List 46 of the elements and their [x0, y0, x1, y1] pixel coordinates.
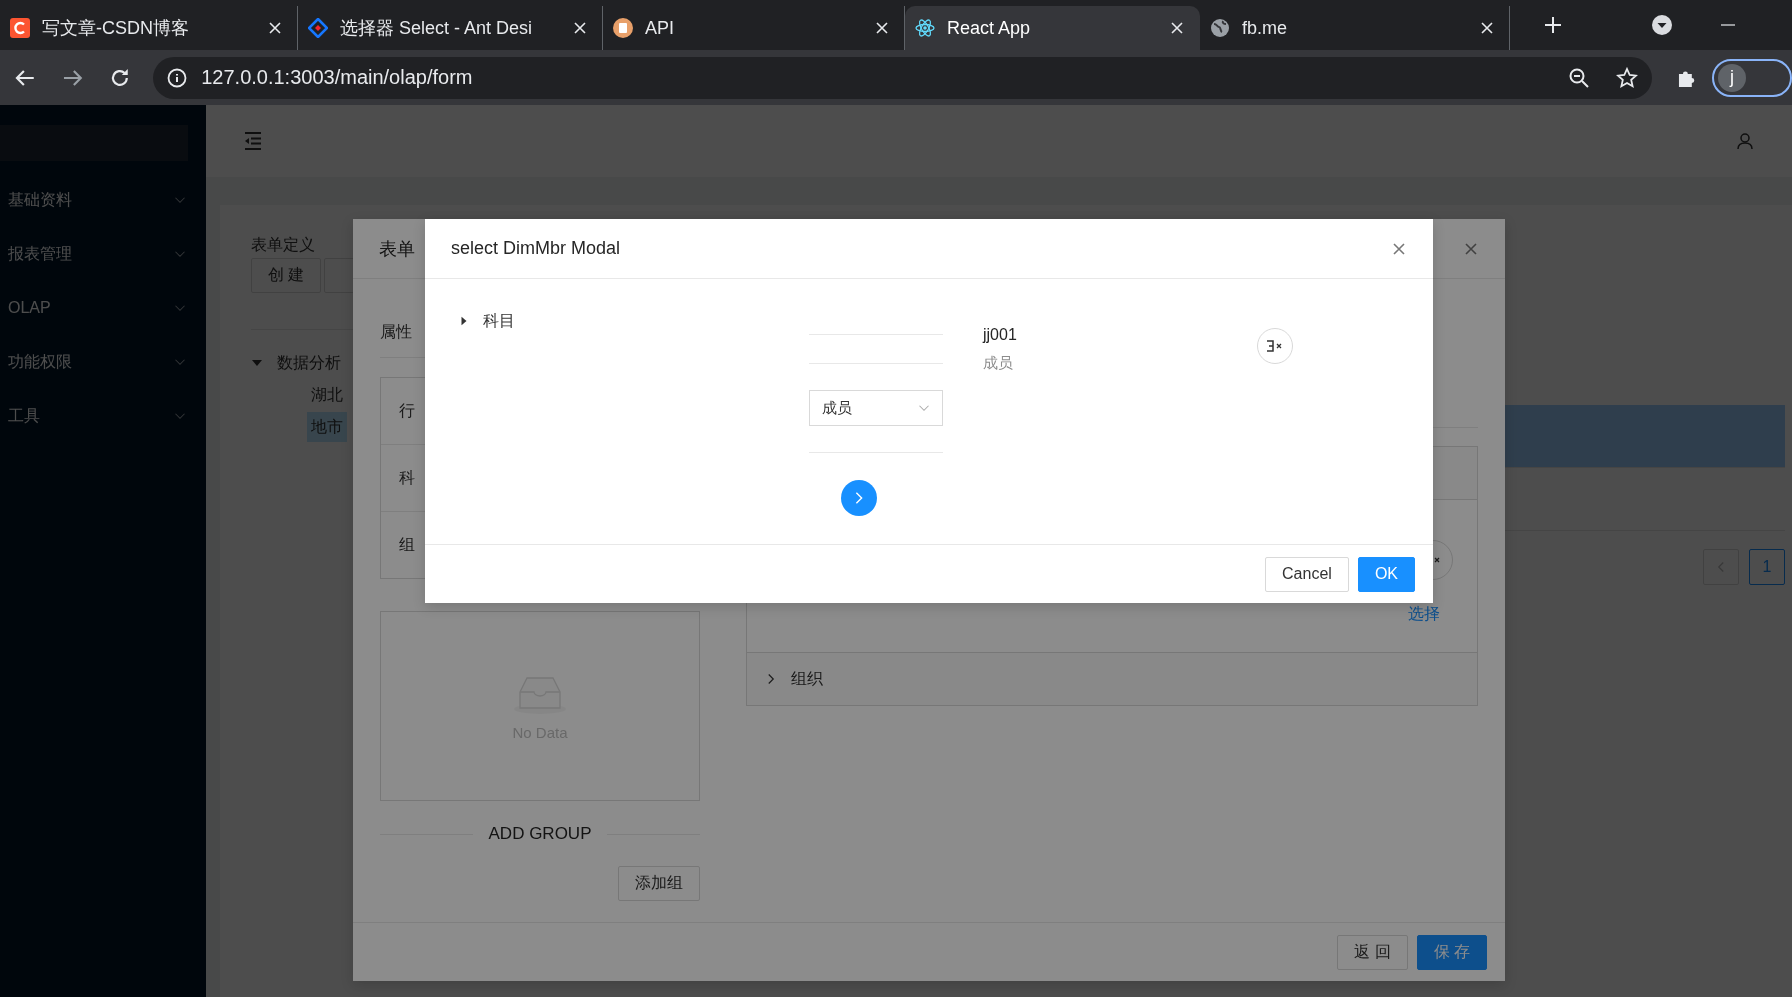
tab-title: fb.me: [1242, 17, 1289, 39]
section-title: 表单定义: [251, 235, 315, 255]
close-icon[interactable]: [267, 20, 283, 36]
transfer-button[interactable]: [841, 480, 877, 516]
profile-button[interactable]: j: [1712, 58, 1792, 97]
member-type: 成员: [983, 353, 1014, 373]
star-icon[interactable]: [1616, 66, 1639, 89]
menu-label: 功能权限: [8, 351, 72, 372]
diamond-logo-icon: [308, 18, 328, 38]
tab-title: 选择器 Select - Ant Desi: [340, 17, 534, 40]
tab-title: API: [645, 17, 675, 39]
url-text: 127.0.0.1:3003/main/olap/form: [201, 66, 473, 89]
divider-title: ADD GROUP: [488, 824, 592, 844]
add-group-button[interactable]: 添加组: [618, 866, 700, 901]
close-icon[interactable]: [1479, 20, 1495, 36]
browser-tab[interactable]: React App: [905, 6, 1200, 50]
tab-title: React App: [947, 17, 1032, 39]
address-bar[interactable]: 127.0.0.1:3003/main/olap/form: [153, 56, 1653, 99]
menu-label: 基础资料: [8, 189, 72, 210]
primary-button[interactable]: OK: [1357, 556, 1415, 592]
close-icon[interactable]: [572, 20, 588, 36]
plus-icon[interactable]: [1543, 15, 1563, 35]
modal-title: 表单: [379, 237, 415, 261]
select-link[interactable]: 选择: [1408, 604, 1440, 625]
zoom-icon[interactable]: [1568, 66, 1591, 89]
info-icon[interactable]: [167, 67, 188, 88]
logo-icon: [10, 18, 30, 38]
select-field[interactable]: 成员: [809, 390, 943, 426]
remove-icon: [1266, 339, 1284, 353]
close-icon[interactable]: [1169, 20, 1185, 36]
close-icon[interactable]: [874, 20, 890, 36]
atom-icon: [915, 18, 935, 38]
menu-label: OLAP: [8, 299, 51, 317]
dropdown-icon[interactable]: [1652, 15, 1672, 35]
document-icon: [613, 18, 633, 38]
panel-header[interactable]: 组织: [747, 652, 1477, 705]
secondary-button[interactable]: Cancel: [1265, 556, 1349, 592]
modal-title: select DimMbr Modal: [451, 238, 621, 259]
menu-label: 报表管理: [8, 243, 72, 264]
secondary-button[interactable]: 返 回: [1337, 934, 1408, 970]
member-code: jj001: [983, 325, 1018, 345]
tab-title: 写文章-CSDN博客: [42, 17, 190, 40]
primary-button[interactable]: 保 存: [1416, 934, 1487, 970]
globe-icon: [1210, 18, 1230, 38]
menu-label: 工具: [8, 405, 40, 426]
remove-button[interactable]: [1257, 328, 1293, 364]
